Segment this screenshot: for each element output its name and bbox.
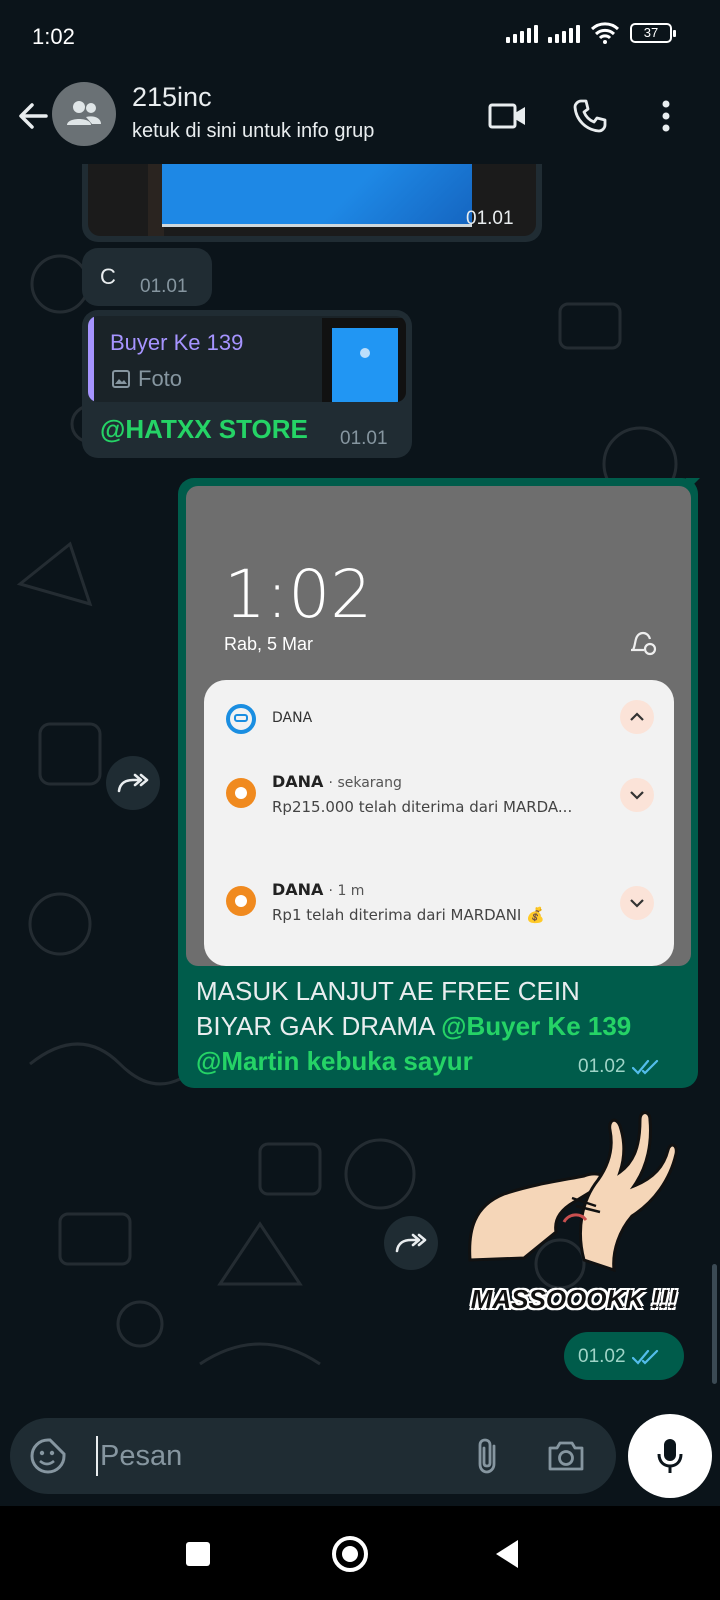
more-options-button[interactable]	[642, 92, 690, 140]
message-status: 01.02	[578, 1056, 660, 1078]
chevron-down-icon	[630, 791, 644, 800]
group-avatar[interactable]	[52, 82, 116, 146]
video-call-button[interactable]	[484, 92, 532, 140]
home-button[interactable]	[332, 1536, 368, 1572]
quoted-thumbnail	[322, 318, 406, 402]
back-nav-button[interactable]	[494, 1538, 520, 1570]
chat-area[interactable]: 01.01 C 01.01 Buyer Ke 139 Foto @HATXX S…	[0, 164, 720, 1406]
forward-button[interactable]	[106, 756, 160, 810]
sticker-smiley-icon	[30, 1438, 66, 1474]
chevron-up-icon	[630, 712, 644, 721]
back-button[interactable]	[12, 94, 56, 138]
message-time: 01.02	[578, 1346, 626, 1367]
sticker-message[interactable]: MASSOOOKK !!!	[464, 1110, 684, 1336]
status-icons: 37	[506, 22, 676, 44]
camera-icon	[548, 1441, 584, 1471]
notification-screenshot[interactable]: 1:02 Rab, 5 Mar DANA DANA · sekarang Rp2…	[186, 486, 691, 966]
mention-link[interactable]: @Buyer Ke 139	[441, 1011, 631, 1041]
notification-body: Rp1 telah diterima dari MARDANI 💰	[272, 906, 545, 924]
expand-button[interactable]	[620, 886, 654, 920]
forward-icon	[117, 773, 149, 793]
screenshot-time: 1:02	[224, 556, 373, 633]
forward-icon	[395, 1233, 427, 1253]
notification-body: Rp215.000 telah diterima dari MARDA...	[272, 798, 573, 816]
quoted-type: Foto	[138, 366, 183, 391]
quoted-author: Buyer Ke 139	[110, 330, 244, 355]
group-name[interactable]: 215inc	[132, 82, 212, 113]
battery-icon: 37	[630, 23, 676, 43]
dana-app-icon	[226, 704, 256, 734]
notification-title: DANA · 1 m	[272, 880, 365, 899]
message-time: 01.01	[340, 428, 388, 449]
voice-call-icon	[573, 99, 607, 133]
mention-link[interactable]: @HATXX STORE	[100, 414, 308, 445]
chevron-down-icon	[630, 899, 644, 908]
video-call-icon	[488, 103, 525, 129]
mention-link[interactable]: @Martin kebuka sayur	[196, 1046, 473, 1076]
status-bar: 1:02 37	[0, 0, 720, 72]
sticker-text: MASSOOOKK !!!	[470, 1284, 678, 1314]
scrollbar[interactable]	[712, 1264, 717, 1384]
dana-avatar-icon	[226, 886, 256, 916]
settings-bell-icon	[631, 631, 657, 656]
recents-button[interactable]	[186, 1542, 210, 1566]
photo-icon	[112, 370, 130, 388]
message-composer: Pesan	[0, 1406, 720, 1506]
message-time: 01.01	[140, 276, 188, 297]
notification-app-name: DANA	[272, 710, 313, 726]
voice-record-button[interactable]	[628, 1414, 712, 1498]
reply-message-incoming[interactable]: Buyer Ke 139 Foto @HATXX STORE 01.01	[82, 310, 412, 458]
attach-button[interactable]	[468, 1436, 508, 1476]
quoted-message[interactable]: Buyer Ke 139 Foto	[88, 316, 406, 402]
text-message-incoming[interactable]: C 01.01	[82, 248, 212, 306]
signal-icon	[506, 23, 538, 43]
collapse-button[interactable]	[620, 700, 654, 734]
chat-header[interactable]: 215inc ketuk di sini untuk info grup	[0, 72, 720, 164]
emoji-sticker-button[interactable]	[28, 1436, 68, 1476]
dana-avatar-icon	[226, 778, 256, 808]
message-status: 01.02	[578, 1346, 660, 1368]
read-ticks-icon	[631, 1349, 658, 1365]
hand-sticker-image	[468, 1111, 678, 1273]
voice-call-button[interactable]	[566, 92, 614, 140]
text-caret	[96, 1436, 98, 1476]
notification-card[interactable]: DANA DANA · sekarang Rp215.000 telah dit…	[204, 680, 674, 966]
more-menu-icon	[662, 100, 670, 132]
wifi-icon	[590, 22, 620, 44]
camera-button[interactable]	[546, 1436, 586, 1476]
expand-button[interactable]	[620, 778, 654, 812]
notification-title: DANA · sekarang	[272, 772, 402, 791]
message-caption: MASUK LANJUT AE FREE CEIN BIYAR GAK DRAM…	[196, 974, 631, 1079]
forward-button[interactable]	[384, 1216, 438, 1270]
caption-line: @Martin kebuka sayur	[196, 1044, 631, 1079]
group-info-hint[interactable]: ketuk di sini untuk info grup	[132, 120, 374, 143]
signal-icon-2	[548, 23, 580, 43]
microphone-icon	[657, 1439, 683, 1473]
caption-line: BIYAR GAK DRAMA @Buyer Ke 139	[196, 1011, 632, 1041]
back-arrow-icon	[19, 103, 48, 129]
caption-line: MASUK LANJUT AE FREE CEIN	[196, 976, 580, 1006]
image-message-incoming[interactable]: 01.01	[82, 164, 542, 242]
message-time: 01.02	[578, 1056, 626, 1077]
message-text: C	[100, 264, 116, 289]
paperclip-icon	[478, 1438, 496, 1474]
message-input-container[interactable]: Pesan	[10, 1418, 616, 1494]
screenshot-date: Rab, 5 Mar	[224, 634, 314, 654]
message-input[interactable]: Pesan	[100, 1440, 182, 1473]
group-avatar-icon	[67, 101, 101, 125]
system-nav-bar	[0, 1506, 720, 1600]
status-time: 1:02	[32, 24, 75, 49]
read-ticks-icon	[631, 1059, 658, 1075]
message-time: 01.01	[466, 208, 514, 229]
sticker-time-badge: 01.02	[564, 1332, 684, 1380]
